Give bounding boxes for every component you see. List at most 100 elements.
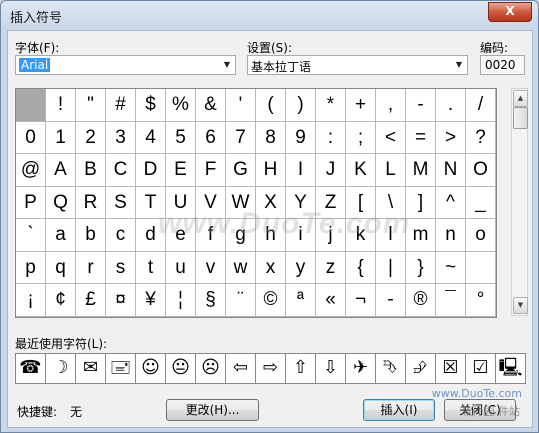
scroll-up-icon[interactable]: ▲ — [513, 90, 528, 107]
code-field[interactable]: 0020 — [480, 55, 525, 75]
recent-symbol-smiley-icon[interactable]: ☺ — [135, 353, 166, 384]
symbol-cell[interactable]: } — [406, 251, 436, 285]
symbol-cell[interactable]: n — [436, 219, 466, 252]
symbol-cell[interactable]: - — [376, 284, 406, 317]
chevron-down-icon[interactable]: ▼ — [219, 56, 235, 74]
symbol-cell[interactable]: v — [196, 251, 226, 285]
scroll-thumb[interactable] — [513, 107, 528, 129]
symbol-cell[interactable]: z — [316, 251, 346, 285]
symbol-cell[interactable]: o — [466, 219, 496, 252]
symbol-cell[interactable]: ¥ — [136, 284, 166, 317]
recent-symbol-up-arrow-icon[interactable]: ⇧ — [285, 353, 316, 384]
symbol-cell[interactable]: 0 — [16, 121, 46, 155]
symbol-cell[interactable]: ^ — [436, 186, 466, 220]
scroll-down-icon[interactable]: ▼ — [513, 297, 528, 314]
symbol-cell[interactable]: ' — [226, 89, 256, 122]
symbol-cell[interactable]: K — [346, 154, 376, 187]
symbol-cell[interactable]: ¦ — [166, 284, 196, 317]
symbol-cell[interactable]: 5 — [166, 121, 196, 155]
symbol-cell[interactable]: L — [376, 154, 406, 187]
symbol-cell[interactable]: ? — [466, 121, 496, 155]
insert-button[interactable]: 插入(I) — [363, 399, 435, 421]
symbol-cell[interactable]: s — [106, 251, 136, 285]
symbol-cell[interactable]: 7 — [226, 121, 256, 155]
recent-symbol-down-arrow-icon[interactable]: ⇩ — [315, 353, 346, 384]
symbol-cell[interactable]: ® — [406, 284, 436, 317]
symbol-cell[interactable]: & — [196, 89, 226, 122]
symbol-cell[interactable]: " — [76, 89, 106, 122]
symbol-cell[interactable]: w — [226, 251, 256, 285]
symbol-cell[interactable]: A — [46, 154, 76, 187]
symbol-cell[interactable]: % — [166, 89, 196, 122]
recent-symbol-curved-arrow-up-icon[interactable]: ⮵ — [405, 353, 436, 384]
symbol-cell[interactable]: ¨ — [226, 284, 256, 317]
symbol-cell[interactable]: M — [406, 154, 436, 187]
symbol-cell[interactable]: R — [76, 186, 106, 220]
symbol-cell[interactable]: N — [436, 154, 466, 187]
symbol-cell[interactable]: ° — [466, 284, 496, 317]
symbol-cell[interactable]: ` — [16, 219, 46, 252]
symbol-cell[interactable]: ~ — [436, 251, 466, 285]
recent-symbol-computer-icon[interactable]: 🖳 — [495, 353, 526, 384]
recent-symbol-box-x-icon[interactable]: ☒ — [435, 353, 466, 384]
symbol-cell[interactable]: S — [106, 186, 136, 220]
recent-symbol-envelope-icon[interactable]: ✉ — [75, 353, 106, 384]
recent-symbol-left-arrow-icon[interactable]: ⇦ — [225, 353, 256, 384]
symbol-cell[interactable]: / — [466, 89, 496, 122]
symbol-cell[interactable]: D — [136, 154, 166, 187]
symbol-cell[interactable]: : — [316, 121, 346, 155]
symbol-cell[interactable]: ¯ — [436, 284, 466, 317]
symbol-cell[interactable]: _ — [466, 186, 496, 220]
symbol-cell[interactable]: x — [256, 251, 286, 285]
symbol-cell[interactable]: - — [406, 89, 436, 122]
symbol-cell[interactable]: m — [406, 219, 436, 252]
window-close-button[interactable]: X — [488, 2, 532, 22]
symbol-cell[interactable]: ¬ — [346, 284, 376, 317]
symbol-cell[interactable]: > — [436, 121, 466, 155]
symbol-cell[interactable]: £ — [76, 284, 106, 317]
symbol-cell[interactable]: q — [46, 251, 76, 285]
symbol-cell[interactable]: ! — [46, 89, 76, 122]
symbol-cell[interactable]: « — [316, 284, 346, 317]
symbol-cell[interactable]: ¤ — [106, 284, 136, 317]
symbol-cell[interactable]: a — [46, 219, 76, 252]
symbol-cell[interactable]: + — [346, 89, 376, 122]
symbol-cell[interactable] — [466, 251, 496, 285]
recent-symbol-frown-icon[interactable]: ☹ — [195, 353, 226, 384]
symbol-cell[interactable]: 4 — [136, 121, 166, 155]
symbol-cell[interactable]: ª — [286, 284, 316, 317]
symbol-cell[interactable]: . — [436, 89, 466, 122]
recent-symbol-box-check-icon[interactable]: ☑ — [465, 353, 496, 384]
recent-symbol-curved-arrow-down-icon[interactable]: ⮷ — [375, 353, 406, 384]
symbol-cell[interactable]: = — [406, 121, 436, 155]
symbol-cell[interactable]: c — [106, 219, 136, 252]
symbol-cell[interactable]: 6 — [196, 121, 226, 155]
symbol-cell[interactable]: 1 — [46, 121, 76, 155]
symbol-cell[interactable]: < — [376, 121, 406, 155]
symbol-cell[interactable]: 8 — [256, 121, 286, 155]
symbol-cell[interactable]: ) — [286, 89, 316, 122]
symbol-cell[interactable]: ] — [406, 186, 436, 220]
symbol-cell[interactable]: § — [196, 284, 226, 317]
symbol-cell[interactable]: H — [256, 154, 286, 187]
recent-symbol-right-arrow-icon[interactable]: ⇨ — [255, 353, 286, 384]
symbol-cell[interactable]: F — [196, 154, 226, 187]
symbol-cell[interactable]: 3 — [106, 121, 136, 155]
change-shortcut-button[interactable]: 更改(H)... — [166, 399, 259, 421]
symbol-cell[interactable]: © — [256, 284, 286, 317]
symbol-cell[interactable]: 2 — [76, 121, 106, 155]
subset-select[interactable]: 基本拉丁语 ▼ — [247, 55, 468, 75]
symbol-cell[interactable]: , — [376, 89, 406, 122]
symbol-cell-selected[interactable] — [16, 89, 46, 122]
symbol-cell[interactable]: { — [346, 251, 376, 285]
symbol-cell[interactable]: p — [16, 251, 46, 285]
symbol-cell[interactable]: ; — [346, 121, 376, 155]
symbol-cell[interactable]: r — [76, 251, 106, 285]
symbol-cell[interactable]: $ — [136, 89, 166, 122]
symbol-cell[interactable]: ¡ — [16, 284, 46, 317]
symbol-cell[interactable]: P — [16, 186, 46, 220]
symbol-cell[interactable]: * — [316, 89, 346, 122]
symbol-cell[interactable]: ¢ — [46, 284, 76, 317]
symbol-cell[interactable]: u — [166, 251, 196, 285]
symbol-cell[interactable]: y — [286, 251, 316, 285]
